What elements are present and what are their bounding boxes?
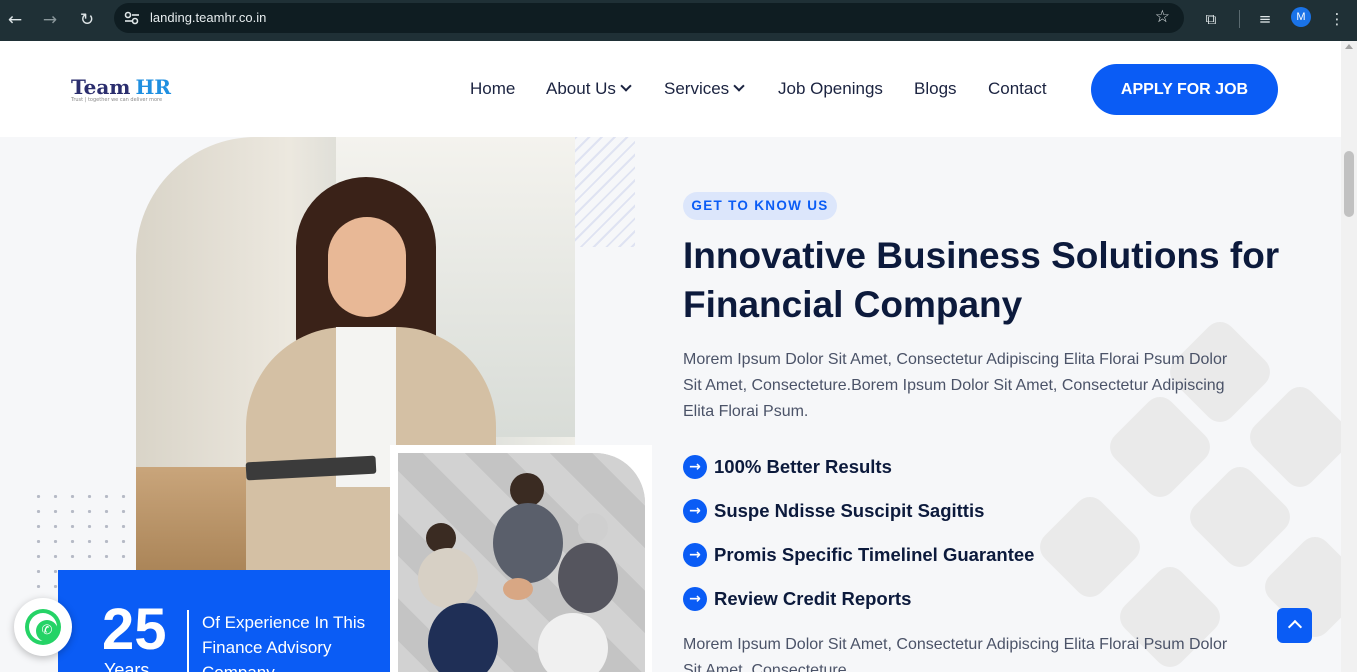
- bookmark-star-icon[interactable]: ☆: [1155, 7, 1170, 27]
- section-title: Innovative Business Solutions for Financ…: [683, 235, 1280, 325]
- section-badge: GET TO KNOW US: [683, 192, 837, 220]
- teamhr-logo[interactable]: Team HR Trust | together we can deliver …: [71, 75, 171, 103]
- arrow-right-circle-icon: →: [683, 587, 707, 611]
- experience-divider: [187, 610, 189, 672]
- scrollbar-thumb[interactable]: [1344, 151, 1354, 217]
- nav-services[interactable]: Services: [664, 79, 745, 99]
- experience-unit: Years: [104, 660, 150, 672]
- toolbar-divider: [1239, 10, 1240, 28]
- experience-text: Of Experience In This Finance Advisory C…: [202, 613, 366, 672]
- nav-about-label: About Us: [546, 79, 616, 98]
- logo-team-text: Team: [71, 75, 131, 99]
- nav-job-openings[interactable]: Job Openings: [778, 79, 883, 99]
- section-description-secondary: Morem Ipsum Dolor Sit Amet, Consectetur …: [683, 636, 1228, 672]
- arrow-right-circle-icon: →: [683, 455, 707, 479]
- back-arrow-icon[interactable]: ←: [2, 7, 28, 33]
- experience-number: 25: [102, 597, 167, 662]
- url-text: landing.teamhr.co.in: [150, 10, 267, 25]
- chevron-down-icon: [620, 80, 632, 92]
- page-scrollbar[interactable]: [1341, 41, 1357, 672]
- media-control-icon[interactable]: ≡: [1254, 8, 1276, 30]
- decorative-stripes: [575, 137, 635, 247]
- arrow-right-circle-icon: →: [683, 543, 707, 567]
- logo-hr-text: HR: [135, 75, 172, 99]
- logo-tagline: Trust | together we can deliver more: [71, 97, 163, 103]
- section-description: Morem Ipsum Dolor Sit Amet, Consectetur …: [683, 351, 1228, 420]
- site-header: Team HR Trust | together we can deliver …: [0, 41, 1341, 137]
- feature-label: 100% Better Results: [714, 456, 892, 477]
- nav-services-label: Services: [664, 79, 730, 98]
- web-page: Team HR Trust | together we can deliver …: [0, 41, 1341, 672]
- feature-label: Suspe Ndisse Suscipit Sagittis: [714, 500, 985, 521]
- address-bar[interactable]: landing.teamhr.co.in ☆: [114, 3, 1184, 33]
- browser-toolbar: ← → ↻ landing.teamhr.co.in ☆ ⧉ ≡ M ⋮: [0, 0, 1357, 41]
- arrow-right-circle-icon: →: [683, 499, 707, 523]
- decorative-diamond: [1243, 380, 1341, 494]
- nav-contact[interactable]: Contact: [988, 79, 1047, 99]
- apply-for-job-button[interactable]: APPLY FOR JOB: [1091, 64, 1278, 115]
- profile-avatar[interactable]: M: [1291, 7, 1311, 27]
- whatsapp-chat-button[interactable]: ✆: [14, 598, 72, 656]
- nav-home[interactable]: Home: [470, 79, 515, 99]
- forward-arrow-icon[interactable]: →: [37, 7, 63, 33]
- about-section: 25 Years Of Experience In This Finance A…: [0, 137, 1341, 672]
- scroll-to-top-button[interactable]: [1277, 608, 1312, 643]
- decorative-diamond: [1033, 490, 1147, 604]
- feature-label: Promis Specific Timelinel Guarantee: [714, 544, 1035, 565]
- team-huddle-photo: [398, 453, 645, 672]
- chevron-up-icon: [1287, 619, 1303, 635]
- chevron-down-icon: [733, 80, 745, 92]
- reload-icon[interactable]: ↻: [74, 7, 100, 33]
- scroll-up-arrow-icon[interactable]: [1345, 44, 1353, 49]
- nav-about[interactable]: About Us: [546, 79, 632, 99]
- feature-label: Review Credit Reports: [714, 588, 912, 609]
- browser-menu-icon[interactable]: ⋮: [1326, 8, 1348, 30]
- site-settings-icon[interactable]: [122, 8, 142, 28]
- experience-box: 25 Years Of Experience In This Finance A…: [58, 570, 390, 672]
- decorative-diamond: [1183, 460, 1297, 574]
- extensions-icon[interactable]: ⧉: [1200, 8, 1222, 30]
- whatsapp-icon: ✆: [36, 620, 58, 642]
- nav-blogs[interactable]: Blogs: [914, 79, 957, 99]
